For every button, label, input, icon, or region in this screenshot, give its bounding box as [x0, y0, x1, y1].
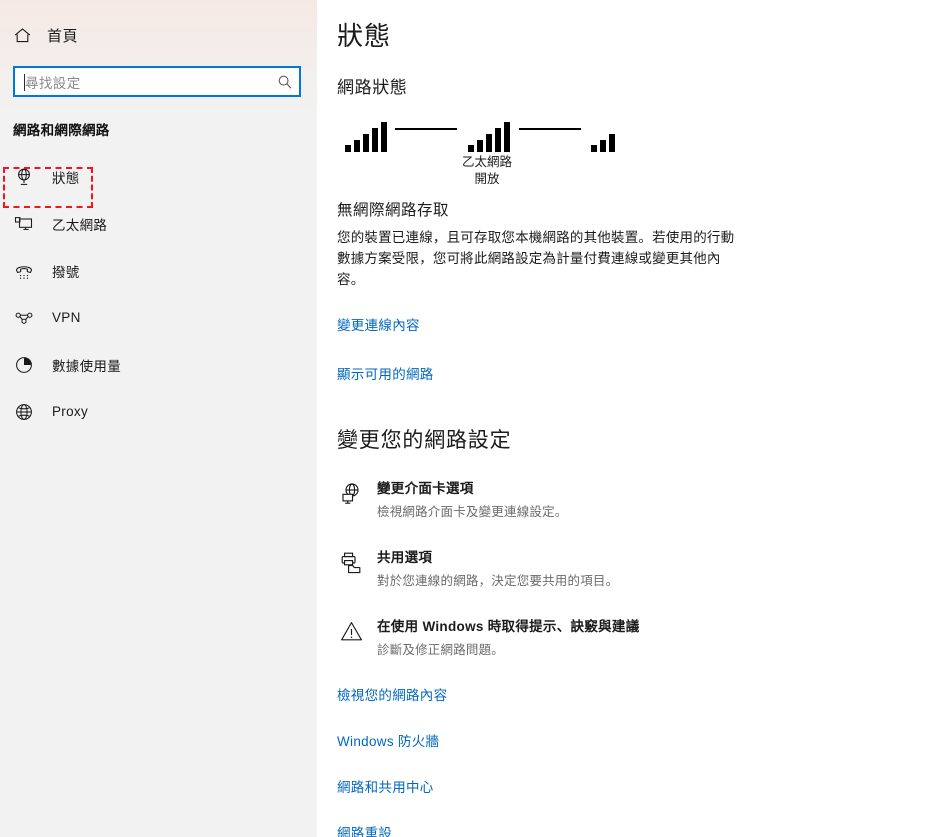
option-change-adapter-options[interactable]: 變更介面卡選項 檢視網路介面卡及變更連線設定。: [337, 477, 944, 520]
connection-line-left: [395, 128, 457, 130]
option-title: 在使用 Windows 時取得提示、訣竅與建議: [377, 619, 640, 634]
warning-triangle-icon: [337, 617, 365, 645]
option-sharing-options[interactable]: 共用選項 對於您連線的網路，決定您要共用的項目。: [337, 546, 944, 589]
sidebar-group-title: 網路和網際網路: [13, 123, 110, 138]
sidebar-item-ethernet[interactable]: 乙太網路: [0, 200, 317, 247]
sidebar-home-label: 首頁: [47, 27, 79, 45]
link-network-sharing-center[interactable]: 網路和共用中心: [337, 776, 944, 796]
settings-window: 首頁 尋找設定 網路和網際網路 狀態 乙太網路 撥號 VPN 數據使用量 Pro…: [0, 0, 944, 837]
sidebar-item-data-usage-label: 數據使用量: [52, 358, 121, 374]
text-caret: [24, 74, 25, 91]
sidebar-item-vpn-label: VPN: [52, 310, 81, 325]
search-box-wrapper[interactable]: 尋找設定: [13, 66, 301, 97]
sidebar: 首頁 尋找設定 網路和網際網路 狀態 乙太網路 撥號 VPN 數據使用量 Pro…: [0, 0, 317, 837]
no-internet-heading: 無網際網路存取: [337, 202, 450, 219]
sidebar-item-proxy[interactable]: Proxy: [0, 388, 317, 435]
option-title: 變更介面卡選項: [377, 481, 474, 496]
search-input[interactable]: 尋找設定: [13, 66, 301, 97]
sidebar-item-home[interactable]: 首頁: [0, 18, 317, 52]
signal-bars-device: [345, 122, 387, 152]
network-adapter-icon: [337, 479, 365, 507]
sharing-options-icon: [337, 548, 365, 576]
data-usage-icon: [13, 354, 35, 376]
sidebar-item-proxy-label: Proxy: [52, 404, 89, 419]
network-status-heading: 網路狀態: [337, 78, 408, 97]
signal-bars-network: [468, 122, 510, 152]
diagram-caption-line1: 乙太網路: [461, 155, 512, 169]
network-topology-diagram: 乙太網路 開放: [337, 116, 627, 186]
change-settings-heading: 變更您的網路設定: [337, 429, 512, 452]
option-desc: 診斷及修正網路問題。: [377, 643, 505, 657]
home-icon: [13, 26, 39, 45]
sidebar-item-vpn[interactable]: VPN: [0, 294, 317, 341]
sidebar-item-ethernet-label: 乙太網路: [52, 217, 108, 233]
link-windows-firewall[interactable]: Windows 防火牆: [337, 730, 944, 750]
sidebar-item-data-usage[interactable]: 數據使用量: [0, 341, 317, 388]
proxy-globe-icon: [13, 401, 35, 423]
option-title: 共用選項: [377, 550, 433, 565]
no-internet-body: 您的裝置已連線，且可存取您本機網路的其他裝置。若使用的行動數據方案受限，您可將此…: [337, 230, 735, 287]
connection-line-right: [519, 128, 581, 130]
link-network-reset[interactable]: 網路重設: [337, 822, 944, 837]
search-icon[interactable]: [277, 74, 293, 90]
option-desc: 對於您連線的網路，決定您要共用的項目。: [377, 574, 619, 588]
link-show-available-networks[interactable]: 顯示可用的網路: [337, 363, 434, 383]
dial-up-icon: [13, 260, 35, 282]
search-placeholder: 尋找設定: [25, 75, 81, 91]
bottom-links: 檢視您的網路內容 Windows 防火牆 網路和共用中心 網路重設: [337, 684, 944, 837]
sidebar-nav-list: 狀態 乙太網路 撥號 VPN 數據使用量 Proxy: [0, 153, 317, 435]
ethernet-icon: [13, 213, 35, 235]
diagram-caption-line2: 開放: [474, 172, 500, 186]
vpn-icon: [13, 307, 35, 329]
option-desc: 檢視網路介面卡及變更連線設定。: [377, 505, 568, 519]
signal-bars-internet: [591, 122, 615, 152]
sidebar-item-status[interactable]: 狀態: [0, 153, 317, 200]
diagram-caption: 乙太網路 開放: [432, 154, 542, 188]
sidebar-item-dialup-label: 撥號: [52, 264, 80, 280]
sidebar-item-status-label: 狀態: [52, 170, 80, 186]
network-status-icon: [13, 166, 35, 188]
option-network-troubleshooter[interactable]: 在使用 Windows 時取得提示、訣竅與建議 診斷及修正網路問題。: [337, 615, 944, 658]
main-content: 狀態 網路狀態 乙太網路 開放 無網際網路存取 您的裝置已連線，且可存取您本機網…: [317, 0, 944, 837]
link-change-connection-properties[interactable]: 變更連線內容: [337, 314, 420, 334]
link-view-network-properties[interactable]: 檢視您的網路內容: [337, 684, 944, 704]
page-title: 狀態: [337, 21, 392, 51]
sidebar-item-dialup[interactable]: 撥號: [0, 247, 317, 294]
change-settings-options: 變更介面卡選項 檢視網路介面卡及變更連線設定。 共用選項 對於您連線的網路，決定…: [337, 477, 944, 658]
